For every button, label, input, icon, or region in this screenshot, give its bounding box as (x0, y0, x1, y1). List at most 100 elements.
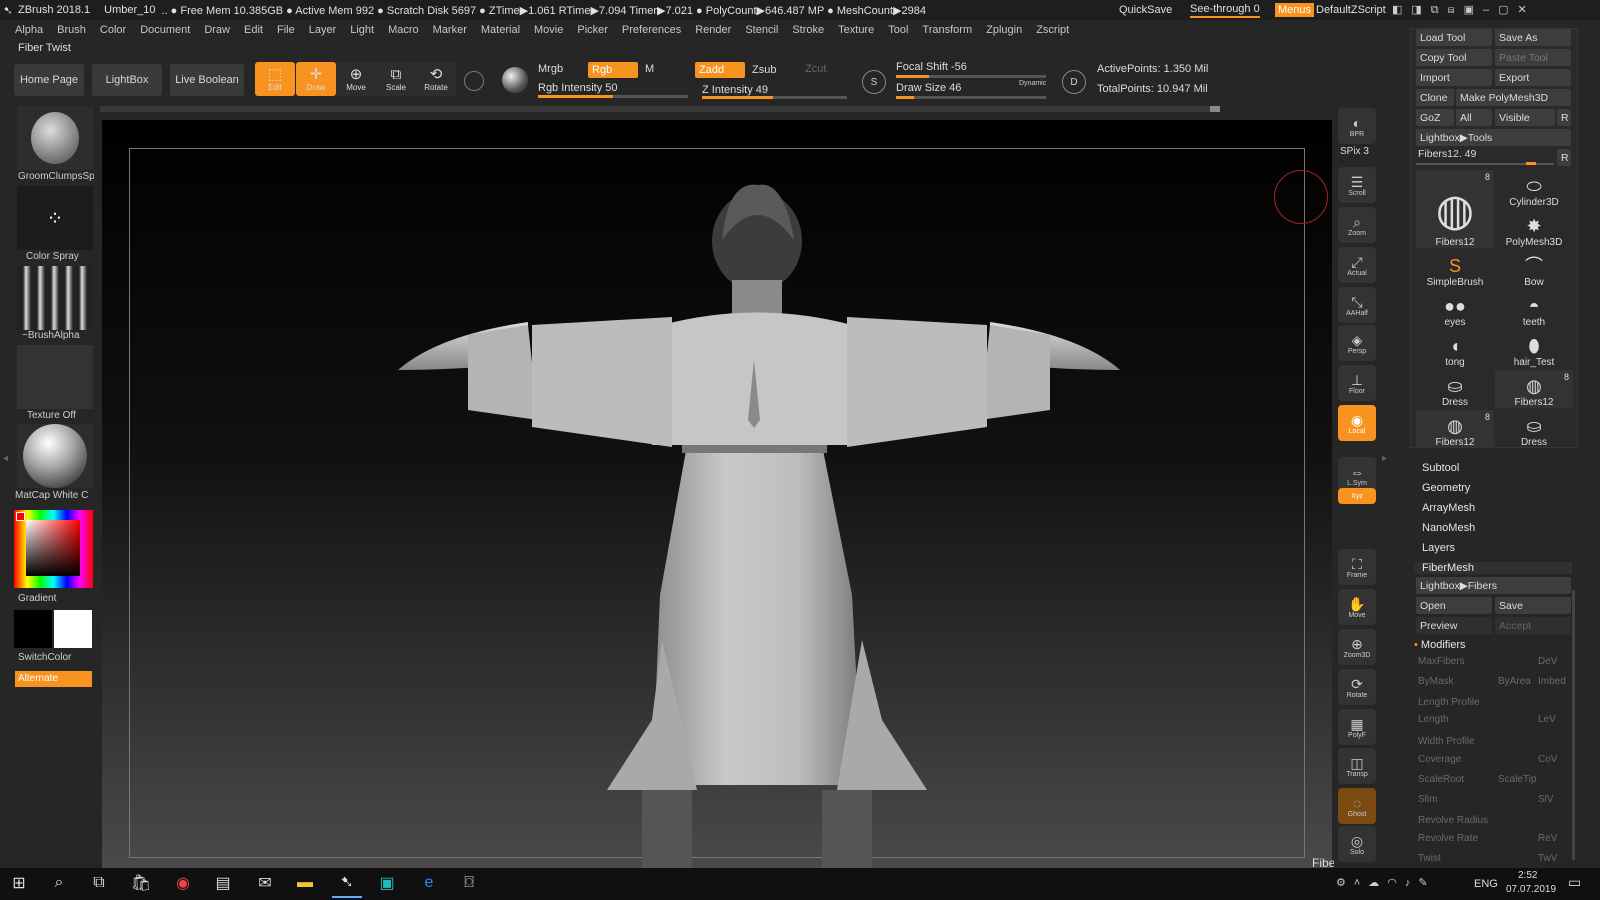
menu-layer[interactable]: Layer (302, 24, 344, 36)
color-picker-square[interactable] (26, 520, 80, 576)
import-button[interactable]: Import (1416, 69, 1492, 86)
color-picker[interactable] (14, 510, 93, 588)
menu-stencil[interactable]: Stencil (738, 24, 785, 36)
file-explorer-icon[interactable]: ▬ (290, 868, 320, 898)
3d-model[interactable] (102, 120, 1332, 868)
solo-button[interactable]: ◎ Solo (1338, 826, 1376, 862)
polyf-button[interactable]: ▦ PolyF (1338, 709, 1376, 745)
home-page-button[interactable]: Home Page (14, 64, 84, 96)
tool-thumb-hair-test[interactable]: ⬮ hair_Test (1495, 330, 1573, 368)
modifier-maxfibers[interactable]: MaxFibers (1418, 656, 1465, 667)
goz-button[interactable]: GoZ (1416, 109, 1454, 126)
main-color-swatch[interactable] (54, 610, 92, 648)
load-tool-button[interactable]: Load Tool (1416, 29, 1492, 46)
section-subtool[interactable]: Subtool (1422, 462, 1459, 474)
menu-file[interactable]: File (270, 24, 302, 36)
menu-brush[interactable]: Brush (50, 24, 93, 36)
zoom3d-button[interactable]: ⊕ Zoom3D (1338, 629, 1376, 665)
dynamic-toggle[interactable]: Dynamic (1019, 80, 1046, 87)
current-tool-r-button[interactable]: R (1557, 149, 1571, 166)
modifier-dev[interactable]: DeV (1538, 656, 1557, 667)
menu-light[interactable]: Light (343, 24, 381, 36)
modifiers-header[interactable]: • Modifiers (1414, 639, 1466, 651)
chrome-icon[interactable]: ◉ (168, 868, 198, 898)
modifier-rev[interactable]: ReV (1538, 833, 1557, 844)
menu-material[interactable]: Material (474, 24, 527, 36)
scroll-button[interactable]: ☰ Scroll (1338, 167, 1376, 203)
menu-marker[interactable]: Marker (426, 24, 474, 36)
search-icon[interactable]: ⌕ (44, 868, 74, 898)
modifier-twv[interactable]: TwV (1538, 853, 1557, 864)
store-icon[interactable]: 🛍 (126, 868, 156, 898)
menu-texture[interactable]: Texture (831, 24, 881, 36)
current-tool-slider[interactable]: Fibers12. 49 (1416, 148, 1554, 165)
section-nanomesh[interactable]: NanoMesh (1422, 522, 1475, 534)
menu-draw[interactable]: Draw (197, 24, 237, 36)
menu-transform[interactable]: Transform (915, 24, 979, 36)
zoom-button[interactable]: ⌕ Zoom (1338, 207, 1376, 243)
xyz-button[interactable]: Xyz (1338, 488, 1376, 504)
save-as-button[interactable]: Save As (1495, 29, 1571, 46)
material-thumb[interactable] (17, 424, 93, 488)
paste-tool-button[interactable]: Paste Tool (1495, 49, 1571, 66)
tool-thumb-fibers12[interactable]: ◍ Fibers12 8 (1416, 410, 1494, 448)
transp-button[interactable]: ◫ Transp (1338, 748, 1376, 784)
brush-thumb[interactable] (17, 106, 93, 170)
draw-button[interactable]: ✛ Draw (296, 62, 336, 96)
lightbox-fibers-button[interactable]: Lightbox▶Fibers (1416, 577, 1571, 594)
modifier-revolve-radius[interactable]: Revolve Radius (1418, 815, 1488, 826)
mail-icon[interactable]: ✉ (250, 868, 280, 898)
modifier-slv[interactable]: SlV (1538, 794, 1554, 805)
modifier-slim[interactable]: Slim (1418, 794, 1437, 805)
clock-time[interactable]: 2:52 (1518, 870, 1537, 881)
menu-document[interactable]: Document (133, 24, 197, 36)
move-button[interactable]: ⊕ Move (336, 62, 376, 96)
default-zscript[interactable]: DefaultZScript (1316, 4, 1386, 16)
lightbox-tools-button[interactable]: Lightbox▶Tools (1416, 129, 1571, 146)
modifier-revolve-rate[interactable]: Revolve Rate (1418, 833, 1478, 844)
secondary-color-swatch[interactable] (14, 610, 52, 648)
goz-visible-button[interactable]: Visible (1495, 109, 1555, 126)
lightbox-button[interactable]: LightBox (92, 64, 162, 96)
rgb-button[interactable]: Rgb (588, 62, 638, 78)
m-button[interactable]: M (645, 63, 654, 75)
section-fibermesh[interactable]: FiberMesh (1414, 562, 1572, 574)
rotate-button[interactable]: ⟳ Rotate (1338, 669, 1376, 705)
see-through-slider[interactable]: See-through 0 (1190, 2, 1260, 18)
modifier-length-profile[interactable]: Length Profile (1418, 697, 1480, 708)
right-collapse-icon[interactable]: ▸ (1382, 453, 1387, 464)
ghost-button[interactable]: ◌ Ghost (1338, 788, 1376, 824)
mrgb-button[interactable]: Mrgb (538, 63, 563, 75)
task-view-icon[interactable]: ⧉ (84, 868, 114, 898)
floor-button[interactable]: ⊥ Floor (1338, 365, 1376, 401)
rgb-intensity-slider[interactable] (538, 95, 688, 98)
material-sphere-icon[interactable] (502, 67, 528, 93)
modifier-imbed[interactable]: Imbed (1538, 676, 1566, 687)
zcut-button[interactable]: Zcut (805, 63, 826, 75)
section-layers[interactable]: Layers (1422, 542, 1455, 554)
rotate-button[interactable]: ⟲ Rotate (416, 62, 456, 96)
aahalf-button[interactable]: ⤡ AAHalf (1338, 287, 1376, 323)
local-button[interactable]: ◉ Local (1338, 405, 1376, 441)
export-button[interactable]: Export (1495, 69, 1571, 86)
modifier-cov[interactable]: CoV (1538, 754, 1557, 765)
menu-preferences[interactable]: Preferences (615, 24, 688, 36)
zadd-button[interactable]: Zadd (695, 62, 745, 78)
live-boolean-button[interactable]: Live Boolean (170, 64, 244, 96)
tool-thumb-tong[interactable]: ◖ tong (1416, 330, 1494, 368)
language-indicator[interactable]: ENG (1474, 878, 1498, 890)
fibers-open-button[interactable]: Open (1416, 597, 1492, 614)
modifier-width-profile[interactable]: Width Profile (1418, 736, 1475, 747)
make-polymesh-button[interactable]: Make PolyMesh3D (1456, 89, 1571, 106)
menu-render[interactable]: Render (688, 24, 738, 36)
sphere-icon[interactable] (464, 71, 484, 91)
modifier-coverage[interactable]: Coverage (1418, 754, 1461, 765)
windows-start-icon[interactable]: ⊞ (4, 868, 34, 898)
menu-edit[interactable]: Edit (237, 24, 270, 36)
canvas[interactable] (102, 120, 1332, 868)
menu-alpha[interactable]: Alpha (8, 24, 50, 36)
tool-thumb-dress[interactable]: ⛀ Dress (1416, 370, 1494, 408)
menu-stroke[interactable]: Stroke (785, 24, 831, 36)
frame-button[interactable]: ⛶ Frame (1338, 549, 1376, 585)
zsub-button[interactable]: Zsub (752, 64, 776, 76)
